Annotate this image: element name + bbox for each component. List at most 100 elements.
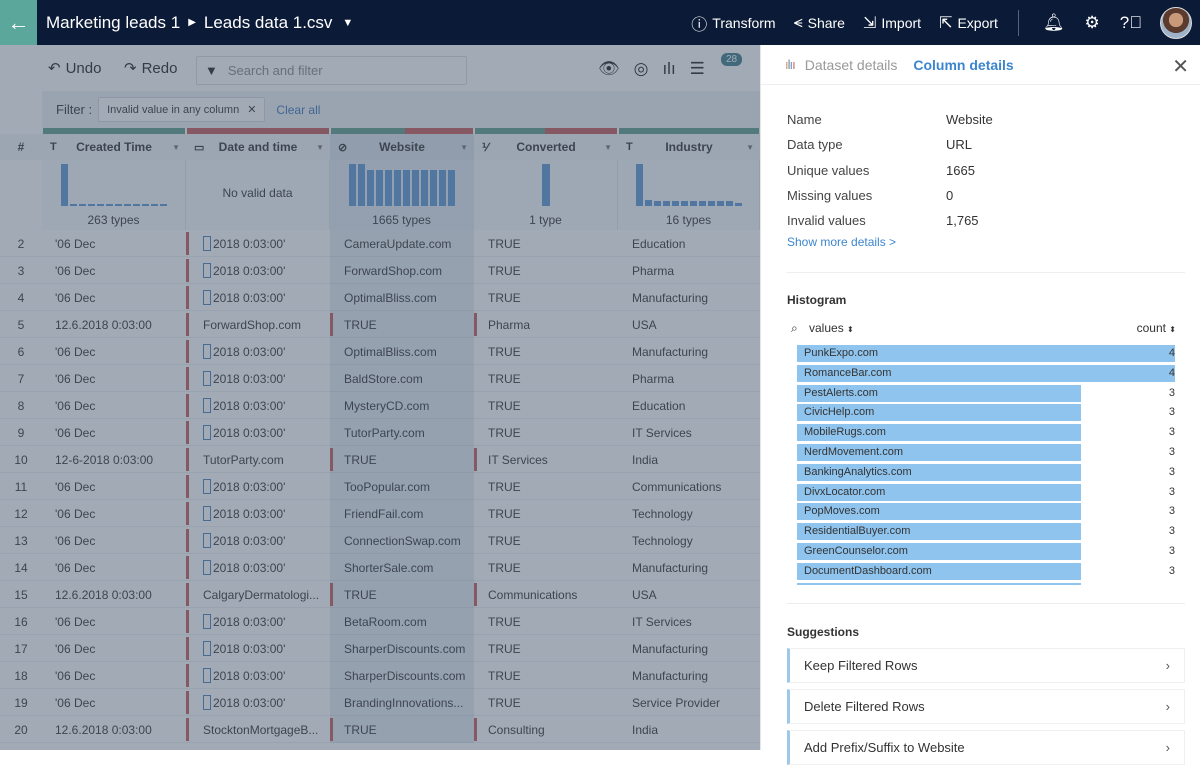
cell-date-and-time[interactable]: 2018 0:03:00' (186, 527, 330, 554)
cell-website[interactable]: BaldStore.com (330, 365, 474, 392)
cell-website[interactable]: SharperDiscounts.com (330, 635, 474, 662)
cell-website[interactable]: TRUE (330, 446, 474, 473)
chevron-down-icon[interactable]: ▼ (460, 143, 468, 152)
cell-website[interactable]: SharperDiscounts.com (330, 662, 474, 689)
cell-date-and-time[interactable]: 2018 0:03:00' (186, 689, 330, 716)
redo-button[interactable]: ↷Redo (124, 59, 177, 77)
cell-converted[interactable]: TRUE (474, 527, 618, 554)
cell-date-and-time[interactable]: 2018 0:03:00' (186, 473, 330, 500)
cell-converted[interactable]: TRUE (474, 500, 618, 527)
cell-created-time[interactable]: '06 Dec (55, 257, 185, 284)
clear-all-link[interactable]: Clear all (276, 103, 320, 117)
cell-converted[interactable]: TRUE (474, 284, 618, 311)
eye-icon[interactable]: 👁︎ (598, 59, 620, 79)
chart-icon[interactable]: ılı (662, 59, 675, 79)
histogram-row[interactable]: DivxLocator.com3 (797, 483, 1175, 503)
cell-created-time[interactable]: '06 Dec (55, 338, 185, 365)
cell-converted[interactable]: Communications (474, 581, 618, 608)
caret-down-icon[interactable]: ▼ (342, 17, 353, 29)
tab-column-details[interactable]: Column details (913, 57, 1013, 73)
cell-date-and-time[interactable]: 2018 0:03:00' (186, 500, 330, 527)
count-sort-header[interactable]: count ⬍ (1137, 321, 1176, 335)
cell-converted[interactable]: TRUE (474, 473, 618, 500)
table-row[interactable]: 9 '06 Dec 2018 0:03:00' TutorParty.com T… (0, 419, 760, 446)
column-header[interactable]: TIndustry▼ (618, 134, 760, 160)
cell-industry[interactable]: IT Services (618, 608, 760, 635)
cell-date-and-time[interactable]: CalgaryDermatologi... (186, 581, 330, 608)
cell-industry[interactable]: Communications (618, 473, 760, 500)
column-header[interactable]: ▭Date and time▼ (186, 134, 330, 160)
cell-industry[interactable]: Pharma (618, 257, 760, 284)
cell-date-and-time[interactable]: 2018 0:03:00' (186, 419, 330, 446)
cell-industry[interactable]: Manufacturing (618, 284, 760, 311)
cell-created-time[interactable]: '06 Dec (55, 419, 185, 446)
histogram-row[interactable]: ResidentialBuyer.com3 (797, 522, 1175, 542)
cell-date-and-time[interactable]: 2018 0:03:00' (186, 338, 330, 365)
column-header[interactable]: TCreated Time▼ (42, 134, 186, 160)
avatar[interactable] (1160, 7, 1192, 39)
histogram-row[interactable]: PopMoves.com3 (797, 502, 1175, 522)
cell-converted[interactable]: TRUE (474, 392, 618, 419)
cell-industry[interactable]: Technology (618, 527, 760, 554)
import-button[interactable]: ⇲Import (863, 13, 921, 33)
table-row[interactable]: 17 '06 Dec 2018 0:03:00' SharperDiscount… (0, 635, 760, 662)
chevron-down-icon[interactable]: ▼ (746, 143, 754, 152)
cell-industry[interactable]: Service Provider (618, 689, 760, 716)
cell-date-and-time[interactable]: 2018 0:03:00' (186, 230, 330, 257)
cell-converted[interactable]: TRUE (474, 608, 618, 635)
cell-converted[interactable]: TRUE (474, 419, 618, 446)
cell-created-time[interactable]: '06 Dec (55, 473, 185, 500)
chevron-down-icon[interactable]: ▼ (604, 143, 612, 152)
table-row[interactable]: 8 '06 Dec 2018 0:03:00' MysteryCD.com TR… (0, 392, 760, 419)
histogram-row[interactable]: BankingAnalytics.com3 (797, 463, 1175, 483)
cell-website[interactable]: TooPopular.com (330, 473, 474, 500)
table-row[interactable]: 14 '06 Dec 2018 0:03:00' ShorterSale.com… (0, 554, 760, 581)
cell-industry[interactable]: Technology (618, 500, 760, 527)
table-row[interactable]: 2 '06 Dec 2018 0:03:00' CameraUpdate.com… (0, 230, 760, 257)
cell-converted[interactable]: TRUE (474, 257, 618, 284)
cell-industry[interactable]: Education (618, 230, 760, 257)
cell-industry[interactable]: Pharma (618, 365, 760, 392)
transform-button[interactable]: ⓘTransform (691, 11, 775, 35)
table-row[interactable]: 18 '06 Dec 2018 0:03:00' SharperDiscount… (0, 662, 760, 689)
column-profile[interactable]: 263 types (42, 160, 186, 230)
suggestion-item[interactable]: Add Prefix/Suffix to Website› (787, 730, 1185, 765)
cell-converted[interactable]: TRUE (474, 338, 618, 365)
cell-converted[interactable]: TRUE (474, 230, 618, 257)
cell-date-and-time[interactable]: 2018 0:03:00' (186, 365, 330, 392)
cell-industry[interactable]: Manufacturing (618, 635, 760, 662)
cell-created-time[interactable]: 12.6.2018 0:03:00 (55, 311, 185, 338)
cell-industry[interactable]: Manufacturing (618, 338, 760, 365)
help-icon[interactable]: ?⃝ (1120, 13, 1142, 33)
table-row[interactable]: 4 '06 Dec 2018 0:03:00' OptimalBliss.com… (0, 284, 760, 311)
cell-date-and-time[interactable]: 2018 0:03:00' (186, 284, 330, 311)
target-icon[interactable]: ◎ (634, 59, 649, 79)
cell-created-time[interactable]: '06 Dec (55, 689, 185, 716)
table-row[interactable]: 16 '06 Dec 2018 0:03:00' BetaRoom.com TR… (0, 608, 760, 635)
cell-website[interactable]: BrandingInnovations... (330, 689, 474, 716)
cell-date-and-time[interactable]: 2018 0:03:00' (186, 554, 330, 581)
table-row[interactable]: 7 '06 Dec 2018 0:03:00' BaldStore.com TR… (0, 365, 760, 392)
table-row[interactable]: 5 12.6.2018 0:03:00 ForwardShop.com TRUE… (0, 311, 760, 338)
cell-created-time[interactable]: 12.6.2018 0:03:00 (55, 716, 185, 743)
cell-created-time[interactable]: '06 Dec (55, 608, 185, 635)
search-icon[interactable]: ⌕ (791, 321, 798, 336)
column-header[interactable]: ⊘Website▼ (330, 134, 474, 160)
table-row[interactable]: 19 '06 Dec 2018 0:03:00' BrandingInnovat… (0, 689, 760, 716)
cell-website[interactable]: CameraUpdate.com (330, 230, 474, 257)
cell-date-and-time[interactable]: 2018 0:03:00' (186, 662, 330, 689)
cell-converted[interactable]: TRUE (474, 554, 618, 581)
cell-converted[interactable]: TRUE (474, 689, 618, 716)
cell-industry[interactable]: Manufacturing (618, 554, 760, 581)
column-profile[interactable]: 1 type (474, 160, 618, 230)
table-row[interactable]: 20 12.6.2018 0:03:00 StocktonMortgageB..… (0, 716, 760, 743)
cell-website[interactable]: FriendFail.com (330, 500, 474, 527)
cell-converted[interactable]: TRUE (474, 635, 618, 662)
cell-converted[interactable]: TRUE (474, 365, 618, 392)
table-row[interactable]: 12 '06 Dec 2018 0:03:00' FriendFail.com … (0, 500, 760, 527)
gear-icon[interactable]: ⚙ (1085, 13, 1100, 33)
cell-created-time[interactable]: '06 Dec (55, 284, 185, 311)
histogram-row[interactable]: GreenCounselor.com3 (797, 542, 1175, 562)
histogram-row[interactable]: RomanceBar.com4 (797, 364, 1175, 384)
cell-website[interactable]: ShorterSale.com (330, 554, 474, 581)
